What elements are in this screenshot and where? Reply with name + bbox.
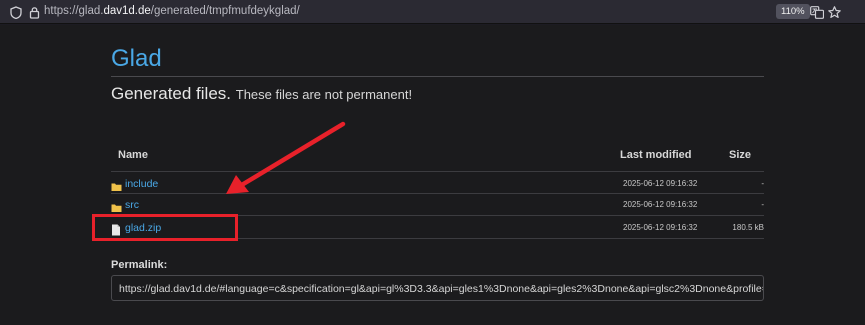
annotation-arrow (226, 121, 346, 194)
annotation-highlight-box (92, 214, 238, 241)
